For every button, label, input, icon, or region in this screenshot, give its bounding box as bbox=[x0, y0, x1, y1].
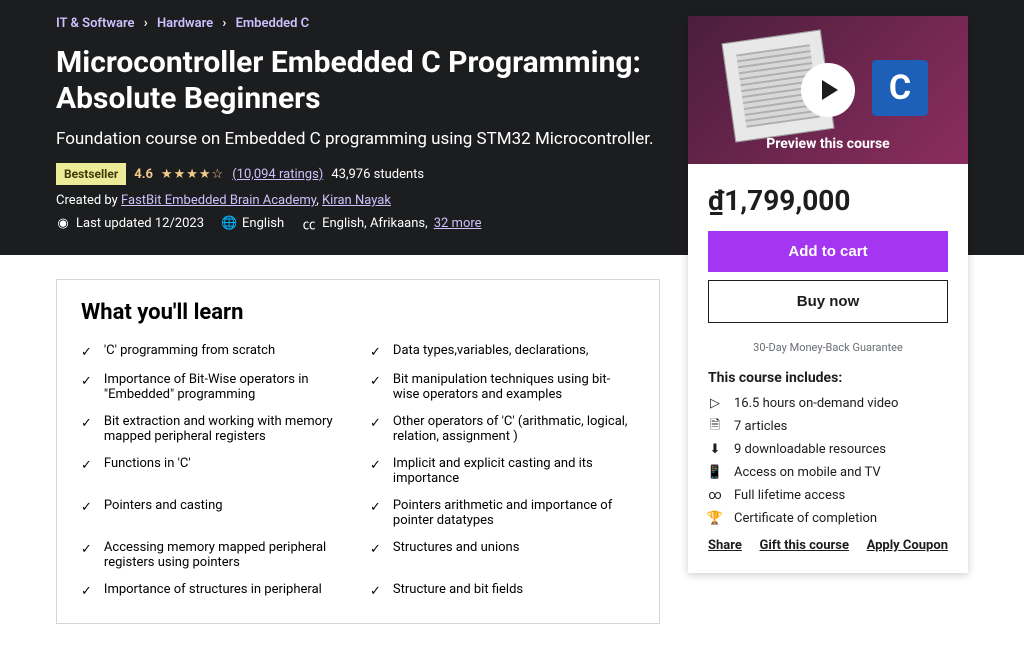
purchase-sidebar: C Preview this course ₫1,799,000 Add to … bbox=[688, 16, 968, 573]
more-captions-link[interactable]: 32 more bbox=[434, 216, 482, 231]
check-icon: ✓ bbox=[81, 374, 92, 402]
badge-icon: ◉ bbox=[56, 217, 70, 231]
what-you-learn-box: What you'll learn ✓'C' programming from … bbox=[56, 279, 660, 624]
buy-now-button[interactable]: Buy now bbox=[708, 280, 948, 323]
includes-item: 🗎7 articles bbox=[708, 419, 948, 434]
bestseller-badge: Bestseller bbox=[56, 163, 126, 185]
chevron-right-icon: › bbox=[222, 16, 226, 31]
check-icon: ✓ bbox=[370, 500, 381, 528]
check-icon: ✓ bbox=[81, 584, 92, 599]
learn-item: ✓Pointers and casting bbox=[81, 494, 346, 532]
c-logo-icon: C bbox=[872, 60, 928, 116]
includes-item: ∞Full lifetime access bbox=[708, 488, 948, 503]
includes-item: ⬇9 downloadable resources bbox=[708, 442, 948, 457]
chevron-right-icon: › bbox=[144, 16, 148, 31]
mobile-icon: 📱 bbox=[708, 466, 722, 480]
course-language: 🌐 English bbox=[222, 216, 284, 231]
guarantee-text: 30-Day Money-Back Guarantee bbox=[708, 341, 948, 354]
check-icon: ✓ bbox=[81, 500, 92, 528]
learn-item: ✓Structure and bit fields bbox=[370, 578, 635, 603]
price: ₫1,799,000 bbox=[708, 184, 948, 217]
file-icon: 🗎 bbox=[708, 420, 722, 434]
course-title: Microcontroller Embedded C Programming: … bbox=[56, 45, 676, 117]
learn-item: ✓Data types,variables, declarations, bbox=[370, 339, 635, 364]
video-icon: ▷ bbox=[708, 397, 722, 411]
includes-item: 📱Access on mobile and TV bbox=[708, 465, 948, 480]
add-to-cart-button[interactable]: Add to cart bbox=[708, 231, 948, 272]
check-icon: ✓ bbox=[81, 345, 92, 360]
learn-item: ✓Implicit and explicit casting and its i… bbox=[370, 452, 635, 490]
cc-icon: ㏄ bbox=[302, 217, 316, 231]
course-captions: ㏄ English, Afrikaans, 32 more bbox=[302, 216, 481, 231]
share-link[interactable]: Share bbox=[708, 538, 742, 553]
course-subtitle: Foundation course on Embedded C programm… bbox=[56, 129, 676, 149]
learn-item: ✓Structures and unions bbox=[370, 536, 635, 574]
learn-item: ✓Other operators of 'C' (arithmatic, log… bbox=[370, 410, 635, 448]
includes-item: ▷16.5 hours on-demand video bbox=[708, 396, 948, 411]
preview-label: Preview this course bbox=[688, 136, 968, 152]
preview-video[interactable]: C Preview this course bbox=[688, 16, 968, 164]
check-icon: ✓ bbox=[81, 416, 92, 444]
learn-item: ✓Accessing memory mapped peripheral regi… bbox=[81, 536, 346, 574]
learn-item: ✓Pointers arithmetic and importance of p… bbox=[370, 494, 635, 532]
learn-item: ✓Importance of Bit-Wise operators in "Em… bbox=[81, 368, 346, 406]
check-icon: ✓ bbox=[370, 542, 381, 570]
learn-item: ✓Importance of structures in peripheral bbox=[81, 578, 346, 603]
rating-value: 4.6 bbox=[134, 167, 153, 182]
play-icon bbox=[801, 63, 855, 117]
last-updated: ◉ Last updated 12/2023 bbox=[56, 216, 204, 231]
breadcrumb-link[interactable]: Hardware bbox=[157, 16, 213, 31]
trophy-icon: 🏆 bbox=[708, 512, 722, 526]
author-link[interactable]: FastBit Embedded Brain Academy bbox=[121, 193, 316, 208]
download-icon: ⬇ bbox=[708, 443, 722, 457]
includes-title: This course includes: bbox=[708, 370, 948, 386]
learn-item: ✓Bit extraction and working with memory … bbox=[81, 410, 346, 448]
check-icon: ✓ bbox=[370, 458, 381, 486]
student-count: 43,976 students bbox=[331, 167, 424, 182]
stars-icon: ★★★★☆ bbox=[161, 167, 224, 182]
breadcrumb-link[interactable]: Embedded C bbox=[236, 16, 310, 31]
check-icon: ✓ bbox=[370, 374, 381, 402]
learn-item: ✓Bit manipulation techniques using bit-w… bbox=[370, 368, 635, 406]
infinity-icon: ∞ bbox=[708, 489, 722, 503]
breadcrumb-link[interactable]: IT & Software bbox=[56, 16, 135, 31]
learn-item: ✓Functions in 'C' bbox=[81, 452, 346, 490]
check-icon: ✓ bbox=[81, 542, 92, 570]
learn-item: ✓'C' programming from scratch bbox=[81, 339, 346, 364]
includes-item: 🏆Certificate of completion bbox=[708, 511, 948, 526]
learn-title: What you'll learn bbox=[81, 300, 635, 325]
rating-count-link[interactable]: (10,094 ratings) bbox=[232, 167, 323, 182]
check-icon: ✓ bbox=[370, 345, 381, 360]
coupon-link[interactable]: Apply Coupon bbox=[867, 538, 948, 553]
check-icon: ✓ bbox=[81, 458, 92, 486]
gift-link[interactable]: Gift this course bbox=[760, 538, 849, 553]
author-link[interactable]: Kiran Nayak bbox=[322, 193, 391, 208]
check-icon: ✓ bbox=[370, 584, 381, 599]
check-icon: ✓ bbox=[370, 416, 381, 444]
globe-icon: 🌐 bbox=[222, 217, 236, 231]
